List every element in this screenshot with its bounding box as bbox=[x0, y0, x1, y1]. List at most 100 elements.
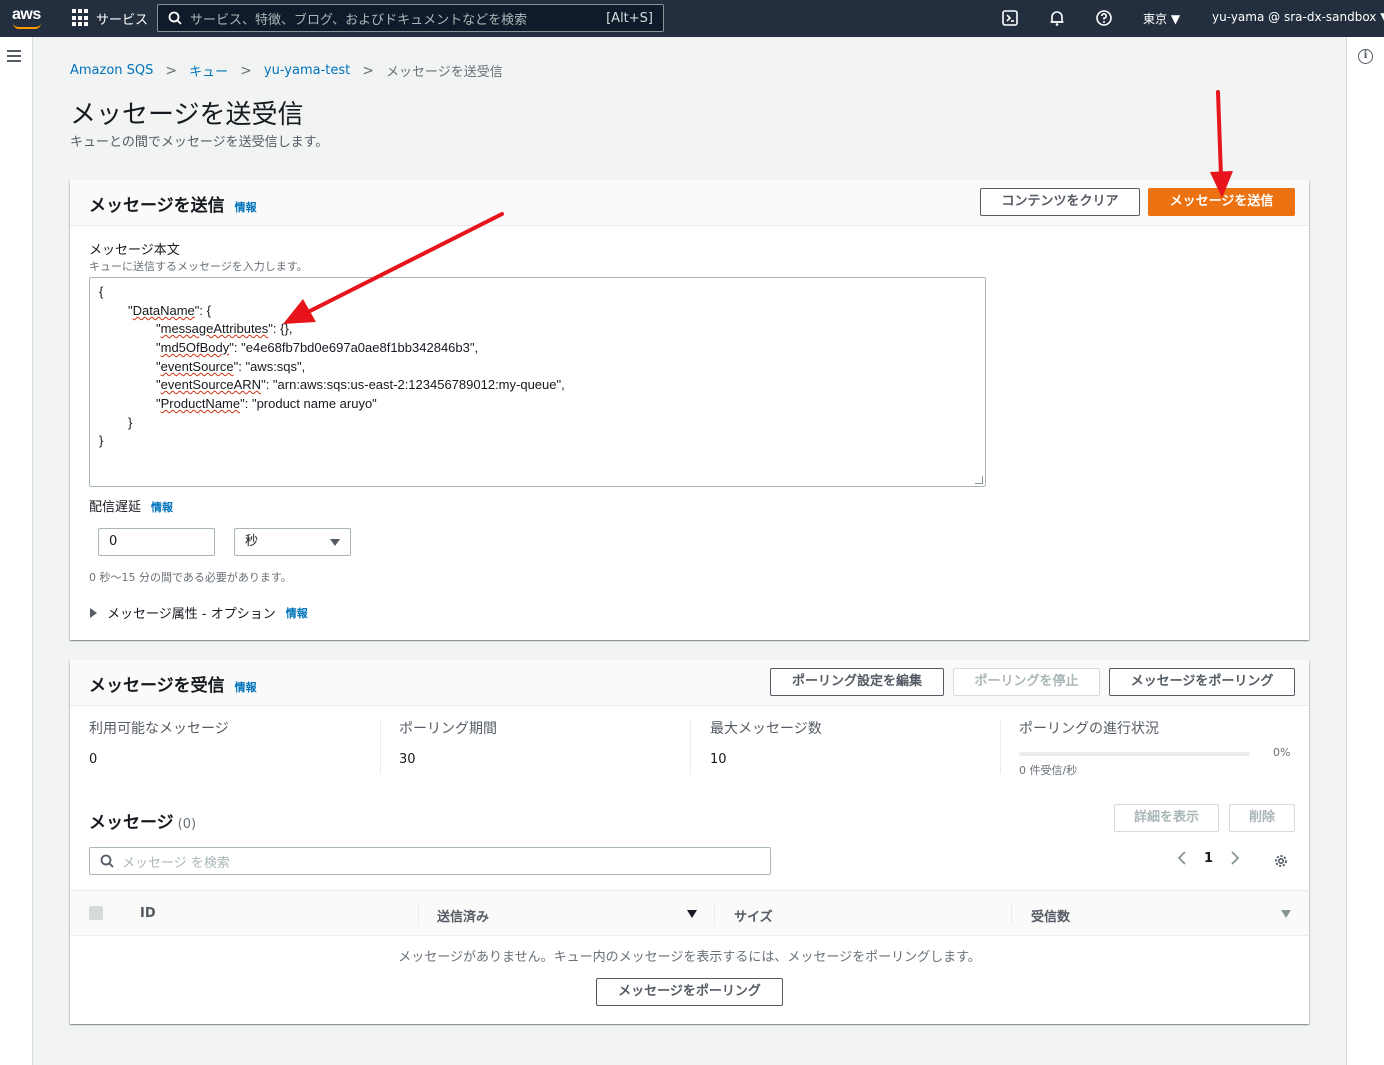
menu-icon[interactable] bbox=[7, 50, 21, 62]
messages-title-text: メッセージ bbox=[89, 813, 174, 833]
resize-handle-icon[interactable] bbox=[975, 476, 983, 484]
cloudshell-icon[interactable] bbox=[1001, 9, 1019, 27]
polling-progress-bar bbox=[1019, 752, 1250, 756]
column-header-sent[interactable]: 送信済み bbox=[437, 906, 489, 925]
messages-count: (0) bbox=[177, 817, 197, 832]
services-menu[interactable]: サービス bbox=[72, 8, 148, 28]
receive-messages-panel: メッセージを受信 情報 ポーリング設定を編集 ポーリングを停止 メッセージをポーリ… bbox=[70, 660, 1309, 1024]
message-search-placeholder: メッセージ を検索 bbox=[122, 855, 230, 871]
code-line: } bbox=[128, 415, 133, 430]
delivery-delay-label: 配信遅延 情報 bbox=[89, 496, 173, 515]
services-label: サービス bbox=[96, 12, 149, 28]
delay-info-link[interactable]: 情報 bbox=[151, 501, 173, 514]
receive-info-link[interactable]: 情報 bbox=[235, 681, 257, 694]
breadcrumb-queue-name[interactable]: yu-yama-test bbox=[264, 63, 350, 78]
breadcrumb-sqs[interactable]: Amazon SQS bbox=[70, 63, 153, 78]
stat-label: 最大メッセージ数 bbox=[710, 721, 822, 737]
code-line: "md5OfBody": "e4e68fb7bd0e697a0ae8f1bb34… bbox=[156, 340, 479, 355]
delay-value-input[interactable]: 0 bbox=[98, 528, 215, 556]
chevron-right-icon: > bbox=[165, 62, 178, 79]
divider bbox=[1011, 903, 1012, 925]
code-line: "eventSource": "aws:sqs", bbox=[156, 359, 306, 374]
message-body-label: メッセージ本文 bbox=[89, 243, 180, 258]
send-message-button[interactable]: メッセージを送信 bbox=[1148, 188, 1295, 216]
delay-unit-value: 秒 bbox=[245, 534, 259, 549]
column-header-size[interactable]: サイズ bbox=[734, 906, 773, 925]
sort-icon[interactable] bbox=[1281, 910, 1291, 918]
caret-down-icon bbox=[330, 539, 340, 546]
message-attributes-expander[interactable]: メッセージ属性 - オプション 情報 bbox=[90, 603, 308, 622]
column-header-id[interactable]: ID bbox=[140, 906, 156, 921]
progress-label: ポーリングの進行状況 bbox=[1019, 721, 1159, 737]
attributes-label: メッセージ属性 - オプション bbox=[107, 607, 276, 622]
code-line: { bbox=[99, 284, 104, 299]
search-icon bbox=[100, 854, 114, 868]
edit-polling-settings-button[interactable]: ポーリング設定を編集 bbox=[770, 668, 944, 696]
region-selector[interactable]: 東京 ▼ bbox=[1143, 10, 1180, 27]
receive-title-text: メッセージを受信 bbox=[89, 676, 225, 696]
send-info-link[interactable]: 情報 bbox=[235, 201, 257, 214]
send-panel-title: メッセージを送信 情報 bbox=[89, 191, 257, 216]
code-line: } bbox=[99, 433, 104, 448]
breadcrumb-current: メッセージを送受信 bbox=[385, 65, 503, 80]
aws-logo[interactable]: aws bbox=[10, 5, 44, 31]
stat-value: 10 bbox=[710, 752, 727, 767]
stat-label: ポーリング期間 bbox=[399, 721, 497, 737]
aws-smile-icon bbox=[13, 23, 41, 29]
select-all-checkbox[interactable] bbox=[89, 906, 103, 920]
stat-polling-duration: ポーリング期間 30 bbox=[399, 718, 497, 778]
clear-content-button[interactable]: コンテンツをクリア bbox=[980, 188, 1140, 216]
grid-icon bbox=[72, 9, 90, 27]
bell-icon[interactable] bbox=[1048, 9, 1066, 27]
code-line: "DataName": { bbox=[128, 303, 211, 318]
divider bbox=[418, 903, 419, 925]
code-line: "ProductName": "product name aruyo" bbox=[156, 396, 377, 411]
delay-label-text: 配信遅延 bbox=[89, 500, 142, 515]
empty-state-poll-button[interactable]: メッセージをポーリング bbox=[596, 978, 783, 1006]
stop-polling-button[interactable]: ポーリングを停止 bbox=[953, 668, 1100, 696]
chevron-left-icon[interactable] bbox=[1176, 850, 1188, 866]
send-title-text: メッセージを送信 bbox=[89, 196, 225, 216]
caret-right-icon bbox=[90, 607, 97, 618]
search-icon bbox=[168, 11, 182, 25]
chevron-right-icon: > bbox=[240, 62, 252, 79]
page-number[interactable]: 1 bbox=[1204, 851, 1213, 866]
view-details-button[interactable]: 詳細を表示 bbox=[1114, 804, 1219, 832]
search-placeholder: サービス、特徴、ブログ、およびドキュメントなどを検索 bbox=[190, 12, 528, 28]
chevron-right-icon: > bbox=[362, 62, 374, 79]
messages-title: メッセージ (0) bbox=[89, 808, 196, 833]
progress-percent: 0% bbox=[1273, 746, 1291, 759]
column-header-receive-count[interactable]: 受信数 bbox=[1031, 906, 1070, 925]
sort-descending-icon[interactable] bbox=[687, 910, 697, 918]
poll-messages-button[interactable]: メッセージをポーリング bbox=[1109, 668, 1295, 696]
message-search-input[interactable]: メッセージ を検索 bbox=[89, 847, 771, 875]
attributes-info-link[interactable]: 情報 bbox=[286, 605, 308, 621]
top-navigation: aws サービス サービス、特徴、ブログ、およびドキュメントなどを検索 [Alt… bbox=[0, 0, 1384, 37]
send-panel-header: メッセージを送信 情報 コンテンツをクリア メッセージを送信 bbox=[70, 180, 1309, 226]
message-body-textarea[interactable]: { "DataName": { "messageAttributes": {},… bbox=[89, 277, 986, 487]
aws-logo-text: aws bbox=[12, 6, 41, 23]
pagination: 1 bbox=[1176, 850, 1241, 866]
progress-rate: 0 件受信/秒 bbox=[1019, 764, 1078, 777]
gear-icon[interactable] bbox=[1273, 853, 1289, 869]
breadcrumb-queues[interactable]: キュー bbox=[189, 61, 228, 80]
chevron-right-icon[interactable] bbox=[1229, 850, 1241, 866]
message-body-description: キューに送信するメッセージを入力します。 bbox=[89, 260, 308, 273]
delete-button[interactable]: 削除 bbox=[1229, 804, 1295, 832]
stat-label: 利用可能なメッセージ bbox=[89, 721, 229, 737]
page-title: メッセージを送受信 bbox=[70, 100, 304, 130]
help-icon[interactable] bbox=[1095, 9, 1113, 27]
page-subtitle: キューとの間でメッセージを送受信します。 bbox=[70, 135, 329, 150]
stat-value: 30 bbox=[399, 752, 416, 767]
empty-state-text: メッセージがありません。キュー内のメッセージを表示するには、メッセージをポーリン… bbox=[398, 950, 981, 965]
account-menu[interactable]: yu-yama @ sra-dx-sandbox ▼ bbox=[1212, 10, 1384, 24]
left-rail bbox=[0, 37, 33, 1065]
breadcrumb: Amazon SQS > キュー > yu-yama-test > メッセージを… bbox=[70, 61, 503, 81]
info-panel-icon[interactable]: i bbox=[1358, 49, 1373, 64]
search-shortcut-hint: [Alt+S] bbox=[606, 10, 653, 26]
right-rail: i bbox=[1346, 37, 1384, 1065]
delay-description: 0 秒～15 分の間である必要があります。 bbox=[89, 571, 292, 584]
global-search-input[interactable]: サービス、特徴、ブログ、およびドキュメントなどを検索 [Alt+S] bbox=[157, 4, 664, 32]
delay-unit-select[interactable]: 秒 bbox=[234, 528, 351, 556]
send-message-panel: メッセージを送信 情報 コンテンツをクリア メッセージを送信 メッセージ本文 キュ… bbox=[70, 180, 1309, 640]
